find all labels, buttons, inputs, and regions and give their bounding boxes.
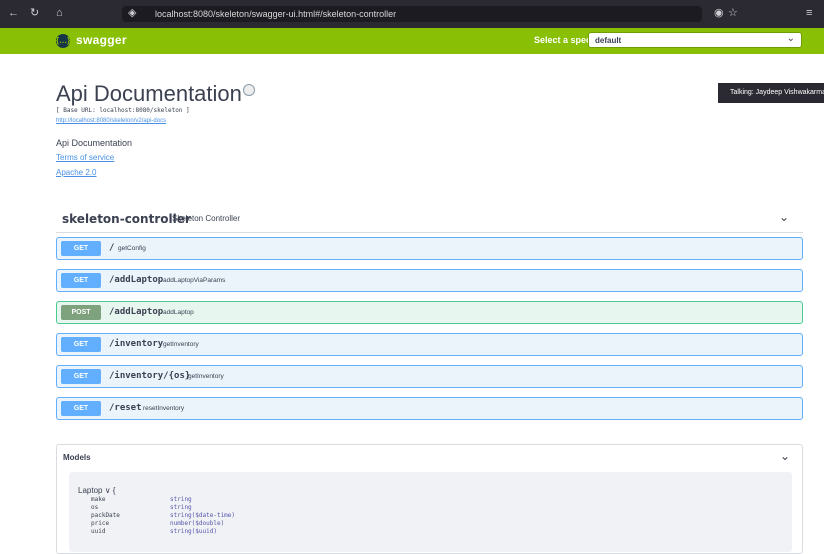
spec-selector-label: Select a spec xyxy=(534,35,592,45)
models-section: Models ⌄ Laptop ∨ { make string os strin… xyxy=(56,444,803,554)
base-url: [ Base URL: localhost:8080/skeleton ] xyxy=(56,107,190,114)
extension-icon[interactable]: ◉ xyxy=(714,8,724,19)
chevron-down-icon: ⌄ xyxy=(786,33,795,44)
operation-summary: addLaptopViaParams xyxy=(163,277,226,284)
swagger-logo-text: swagger xyxy=(76,33,127,47)
controller-section-header[interactable]: skeleton-controller Skeleton Controller … xyxy=(56,206,803,233)
operation-post-add-laptop[interactable]: POST /addLaptop addLaptop xyxy=(56,301,803,324)
method-badge: GET xyxy=(61,369,101,384)
method-badge: GET xyxy=(61,241,101,256)
operation-get-inventory[interactable]: GET /inventory getInventory xyxy=(56,333,803,356)
terms-of-service-link[interactable]: Terms of service xyxy=(56,153,114,162)
operation-path: /inventory/{os} xyxy=(109,371,191,381)
operation-summary: addLaptop xyxy=(163,309,194,316)
browser-toolbar: ← ↻ ⌂ ◈ localhost:8080/skeleton/swagger-… xyxy=(0,0,824,28)
method-badge: GET xyxy=(61,337,101,352)
license-link[interactable]: Apache 2.0 xyxy=(56,168,96,177)
shield-icon[interactable]: ◈ xyxy=(128,8,136,19)
model-property-name: make xyxy=(91,496,106,503)
operation-summary: getInventory xyxy=(188,373,224,380)
validator-badge-icon xyxy=(243,84,255,96)
chevron-down-icon[interactable]: ⌄ xyxy=(780,449,790,463)
method-badge: POST xyxy=(61,305,101,320)
model-property-name: uuid xyxy=(91,528,106,535)
menu-icon[interactable]: ≡ xyxy=(806,8,812,19)
model-name[interactable]: Laptop ∨ { xyxy=(78,486,115,495)
model-property-type: string xyxy=(170,496,192,503)
model-property-type: number($double) xyxy=(170,520,225,527)
operation-get-add-laptop[interactable]: GET /addLaptop addLaptopViaParams xyxy=(56,269,803,292)
chevron-down-icon[interactable]: ⌄ xyxy=(779,210,789,224)
operation-get-root[interactable]: GET / getConfig xyxy=(56,237,803,260)
model-expander[interactable]: ∨ { xyxy=(105,486,116,495)
operation-path: /reset xyxy=(109,403,142,413)
method-badge: GET xyxy=(61,273,101,288)
spec-selector[interactable]: default ⌄ xyxy=(588,32,802,48)
home-icon[interactable]: ⌂ xyxy=(56,8,63,19)
bookmark-icon[interactable]: ☆ xyxy=(728,8,738,19)
operation-path: /inventory xyxy=(109,339,164,349)
operation-get-reset[interactable]: GET /reset resetInventory xyxy=(56,397,803,420)
api-docs-link[interactable]: http://localhost:8080/skeleton/v2/api-do… xyxy=(56,118,166,124)
models-title[interactable]: Models xyxy=(63,453,91,462)
model-property-type: string($uuid) xyxy=(170,528,217,535)
model-property-type: string xyxy=(170,504,192,511)
page-title: Api Documentation xyxy=(56,81,242,106)
model-laptop: Laptop ∨ { make string os string packDat… xyxy=(69,472,792,552)
reload-icon[interactable]: ↻ xyxy=(30,8,39,19)
url-text: localhost:8080/skeleton/swagger-ui.html#… xyxy=(155,9,397,19)
operation-summary: getConfig xyxy=(118,245,146,252)
swagger-topbar: {…} swagger Select a spec default ⌄ xyxy=(0,28,824,54)
controller-description: Skeleton Controller xyxy=(172,214,241,223)
model-property-name: packDate xyxy=(91,512,120,519)
talking-toast: Talking: Jaydeep Vishwakarma xyxy=(718,83,824,103)
operation-summary: getInventory xyxy=(163,341,199,348)
operation-summary: resetInventory xyxy=(143,405,185,412)
model-property-type: string($date-time) xyxy=(170,512,236,519)
back-icon[interactable]: ← xyxy=(8,8,19,19)
api-description: Api Documentation xyxy=(56,138,133,148)
swagger-logo-icon: {…} xyxy=(56,34,70,48)
operation-get-inventory-os[interactable]: GET /inventory/{os} getInventory xyxy=(56,365,803,388)
operation-path: / xyxy=(109,243,115,253)
method-badge: GET xyxy=(61,401,101,416)
spec-selected-value: default xyxy=(595,36,622,45)
model-property-name: price xyxy=(91,520,110,527)
model-property-name: os xyxy=(91,504,99,511)
operation-path: /addLaptop xyxy=(109,275,164,285)
operation-path: /addLaptop xyxy=(109,307,164,317)
